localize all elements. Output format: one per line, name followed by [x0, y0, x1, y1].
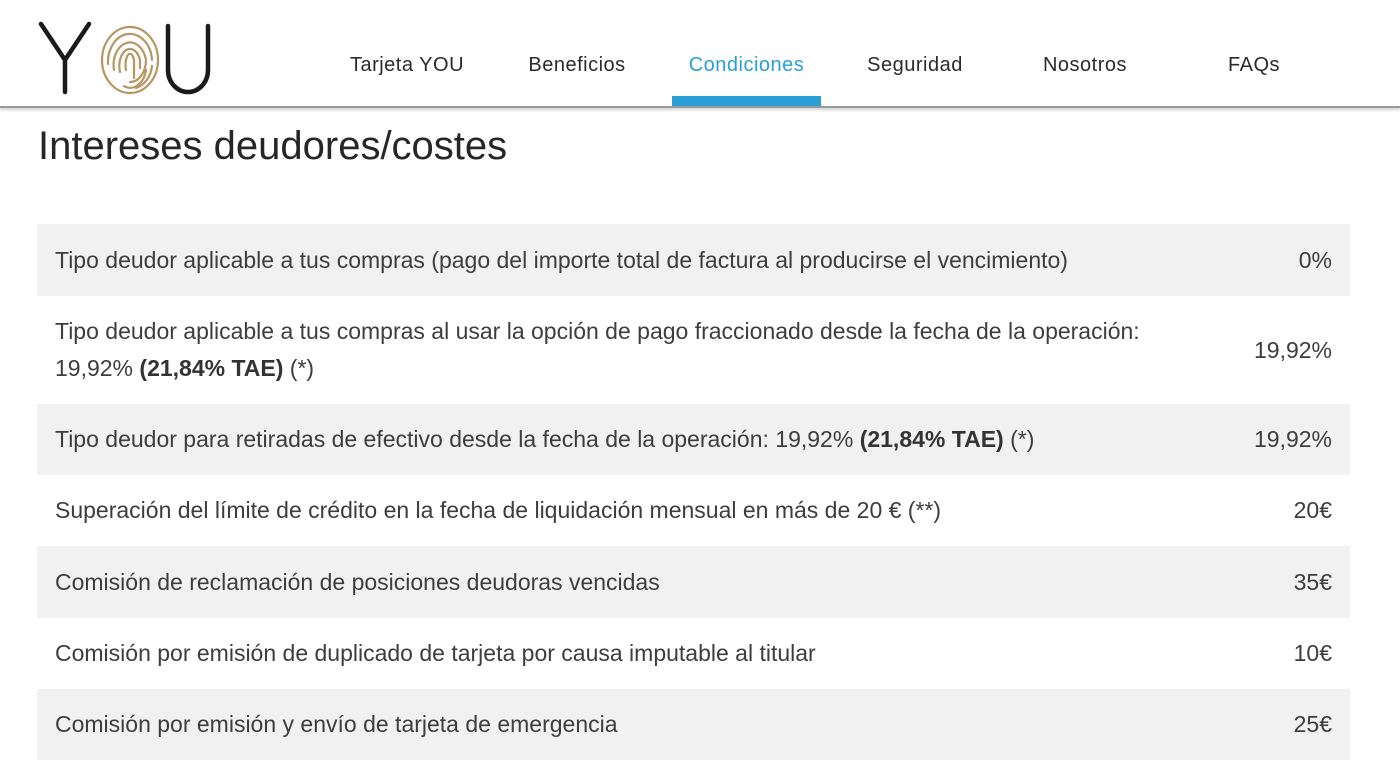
nav-seguridad[interactable]: Seguridad: [846, 0, 984, 106]
table-row: Tipo deudor para retiradas de efectivo d…: [37, 404, 1350, 475]
fee-description: Tipo deudor aplicable a tus compras (pag…: [55, 246, 1068, 273]
table-row: Tipo deudor aplicable a tus compras al u…: [37, 296, 1350, 404]
fee-value: 25€: [1293, 711, 1332, 737]
nav-nosotros[interactable]: Nosotros: [1016, 0, 1154, 106]
fee-value: 19,92%: [1253, 426, 1332, 452]
fingerprint-icon: [100, 25, 160, 95]
you-logo[interactable]: [38, 20, 214, 96]
nav-condiciones[interactable]: Condiciones: [672, 0, 821, 106]
page-title: Intereses deudores/costes: [38, 124, 508, 168]
active-tab-indicator: [672, 96, 821, 106]
fee-value: 10€: [1293, 640, 1332, 666]
fee-description: Tipo deudor aplicable a tus compras al u…: [55, 318, 1140, 381]
table-row: Tipo deudor aplicable a tus compras (pag…: [37, 224, 1350, 296]
nav-tarjeta-you[interactable]: Tarjeta YOU: [338, 0, 476, 106]
fees-table: Tipo deudor aplicable a tus compras (pag…: [37, 224, 1350, 760]
table-row: Comisión de reclamación de posiciones de…: [37, 546, 1350, 618]
site-header: Tarjeta YOU Beneficios Condiciones Segur…: [0, 0, 1400, 108]
nav-faqs[interactable]: FAQs: [1185, 0, 1323, 106]
fee-description: Superación del límite de crédito en la f…: [55, 497, 942, 523]
fee-description: Comisión por emisión de duplicado de tar…: [55, 640, 816, 666]
table-row: Superación del límite de crédito en la f…: [37, 475, 1350, 546]
table-row: Comisión por emisión y envío de tarjeta …: [37, 689, 1350, 760]
fee-value: 35€: [1293, 568, 1332, 595]
table-row: Comisión por emisión de duplicado de tar…: [37, 618, 1350, 689]
fee-description: Comisión por emisión y envío de tarjeta …: [55, 711, 618, 737]
fee-value: 19,92%: [1253, 336, 1332, 363]
fee-value: 20€: [1293, 497, 1332, 523]
fee-value: 0%: [1298, 246, 1332, 273]
nav-beneficios[interactable]: Beneficios: [508, 0, 646, 106]
fee-description: Comisión de reclamación de posiciones de…: [55, 568, 660, 595]
fee-description: Tipo deudor para retiradas de efectivo d…: [55, 426, 1035, 452]
